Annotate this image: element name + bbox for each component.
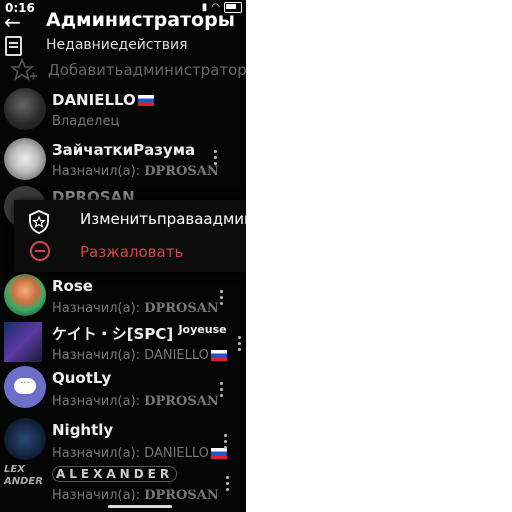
admin-row[interactable]: ··· QuotLy Назначил(а): DPROSAN: [0, 364, 246, 412]
menu-label: Изменитьправаадмина: [80, 210, 246, 228]
admin-name: ALEXANDER: [52, 466, 178, 482]
russian-flag-icon: [137, 95, 154, 106]
recent-actions-link[interactable]: Недавниедействия: [46, 37, 188, 53]
back-arrow-icon[interactable]: ←: [4, 10, 21, 34]
more-options-icon[interactable]: [224, 434, 228, 450]
admin-role: Владелец: [52, 114, 120, 129]
chat-bubble-icon: ···: [14, 378, 36, 394]
russian-flag-icon: [210, 350, 227, 361]
avatar: [4, 138, 46, 180]
menu-label: Разжаловать: [80, 243, 184, 261]
menu-item-demote[interactable]: Разжаловать: [14, 236, 246, 270]
admin-row[interactable]: Nightly Назначил(а): DANIELLO: [0, 416, 246, 464]
admin-name: ケイト・シ[SPC] Joyeuse: [52, 323, 227, 343]
more-options-icon[interactable]: [238, 336, 242, 352]
avatar: [4, 322, 42, 362]
admin-name: ЗайчаткиРазума: [52, 141, 196, 159]
add-admin-star-icon[interactable]: [9, 57, 38, 85]
shield-star-icon: [28, 210, 50, 234]
admin-role: Назначил(а): DANIELLO: [52, 446, 227, 461]
add-admin-button[interactable]: Добавитьадминистратора: [48, 61, 246, 79]
more-options-icon[interactable]: [220, 290, 224, 306]
more-options-icon[interactable]: [220, 382, 224, 398]
admin-name: DANIELLO: [52, 91, 154, 109]
admin-context-menu: Изменитьправаадмина Разжаловать: [14, 200, 246, 272]
avatar: LEX ANDER: [4, 464, 46, 506]
admin-role: Назначил(а): DPROSAN: [52, 394, 219, 409]
admin-role: Назначил(а): DANIELLO: [52, 348, 227, 363]
recent-actions-icon[interactable]: [5, 36, 22, 56]
admin-role: Назначил(а): DPROSAN: [52, 488, 219, 503]
avatar: [4, 88, 46, 130]
phone-screen: 0:16 ▮ ◠ ← Администраторы Недавниедейств…: [0, 0, 246, 512]
admin-role: Назначил(а): DPROSAN: [52, 301, 219, 316]
more-options-icon[interactable]: [214, 150, 218, 166]
admin-row[interactable]: ケイト・シ[SPC] Joyeuse Назначил(а): DANIELLO: [0, 318, 246, 366]
admin-name: Rose: [52, 277, 93, 295]
avatar: ···: [4, 366, 46, 408]
avatar: [4, 274, 46, 316]
more-options-icon[interactable]: [226, 476, 230, 492]
menu-item-edit-rights[interactable]: Изменитьправаадмина: [14, 202, 246, 236]
admin-name: Nightly: [52, 421, 114, 439]
avatar: [4, 418, 46, 460]
admin-role: Назначил(а): DPROSAN: [52, 164, 219, 179]
admin-name: QuotLy: [52, 369, 112, 387]
page-title: Администраторы: [46, 9, 235, 31]
admin-row[interactable]: ЗайчаткиРазума Назначил(а): DPROSAN: [0, 136, 246, 184]
minus-circle-icon: [30, 241, 50, 261]
admin-row[interactable]: Rose Назначил(а): DPROSAN: [0, 272, 246, 320]
admin-row[interactable]: LEX ANDER ALEXANDER Назначил(а): DPROSAN: [0, 462, 246, 510]
admin-row[interactable]: DANIELLO Владелец: [0, 86, 246, 134]
home-indicator[interactable]: [108, 505, 172, 508]
